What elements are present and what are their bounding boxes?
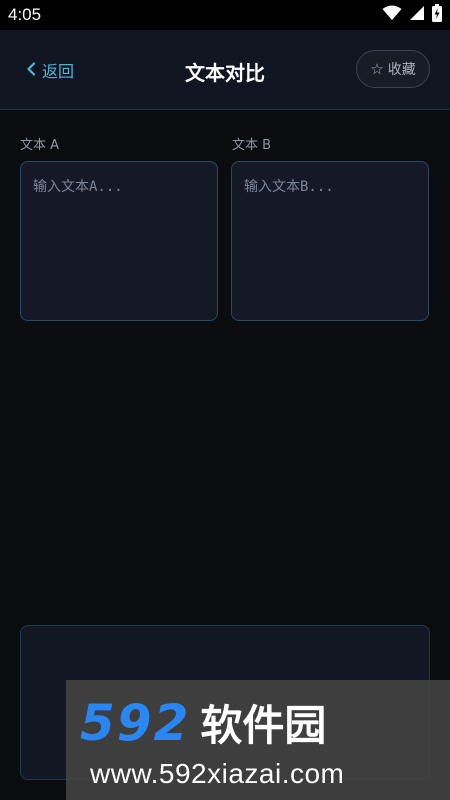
watermark-overlay: 592 软件园 www.592xiazai.com [66, 680, 450, 800]
star-outline-icon: ☆ [370, 60, 384, 78]
text-a-input[interactable] [20, 161, 218, 321]
watermark-brand-name: 软件园 [200, 701, 327, 750]
text-b-input[interactable] [231, 161, 429, 321]
text-a-label: 文本 A [20, 138, 60, 153]
watermark-logo: 592 软件园 [80, 692, 326, 753]
app-bar: 返回 文本对比 ☆ 收藏 [0, 30, 450, 110]
wifi-icon [382, 5, 402, 25]
status-bar: 4:05 [0, 0, 450, 30]
battery-icon [432, 4, 442, 26]
favorite-label: 收藏 [387, 62, 416, 78]
text-b-label: 文本 B [232, 138, 272, 153]
screen: 4:05 返回 文本对比 ☆ 收藏 文本 A 文本 B 输入文本A... 输入文… [0, 0, 450, 800]
signal-icon [409, 5, 425, 25]
watermark-brand-number: 592 [80, 694, 191, 752]
status-icons [382, 4, 442, 26]
status-time: 4:05 [8, 5, 42, 24]
favorite-button[interactable]: ☆ 收藏 [356, 50, 430, 88]
watermark-url: www.592xiazai.com [90, 758, 345, 789]
